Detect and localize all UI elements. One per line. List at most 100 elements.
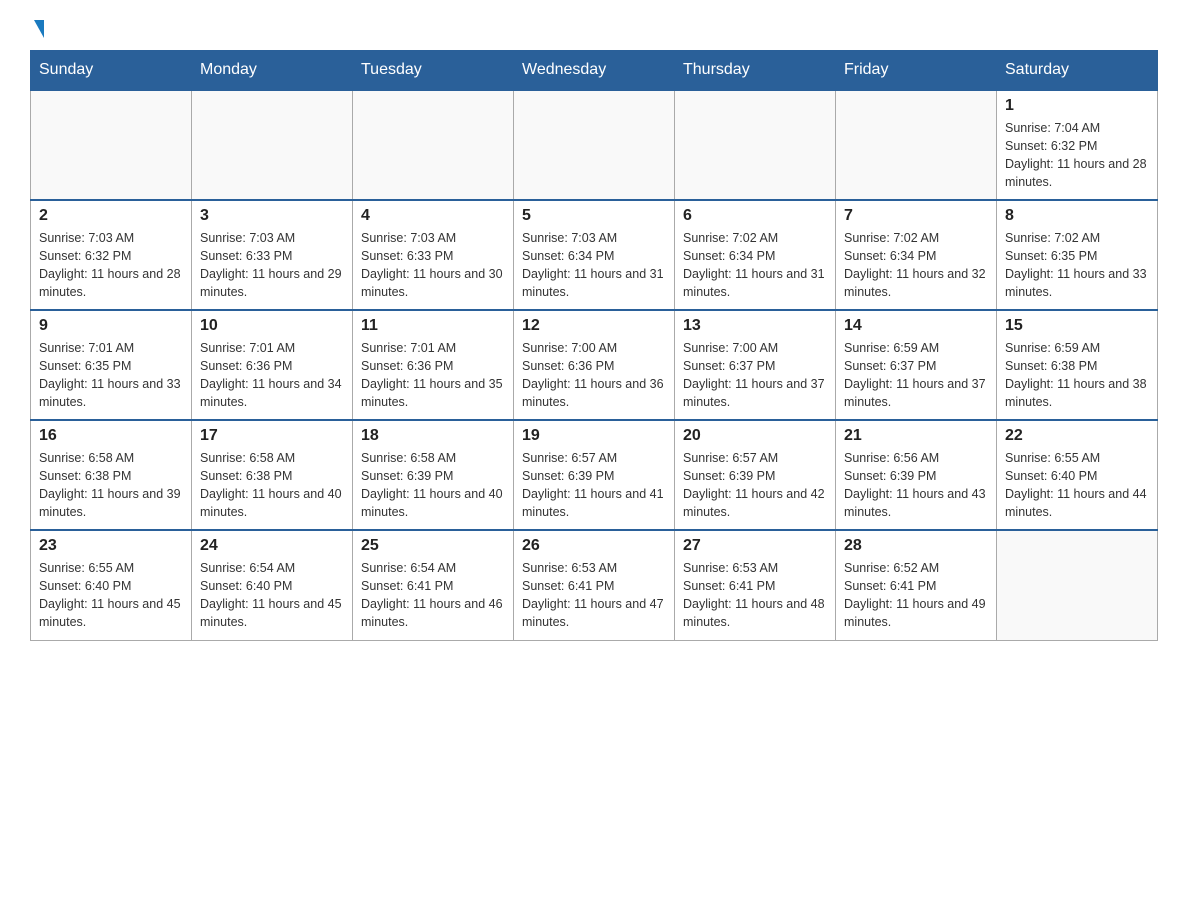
calendar-cell: 26 Sunrise: 6:53 AMSunset: 6:41 PMDayligh… xyxy=(514,530,675,640)
day-info: Sunrise: 6:55 AMSunset: 6:40 PMDaylight:… xyxy=(1005,449,1149,522)
day-number: 25 xyxy=(361,537,505,555)
day-info: Sunrise: 7:03 AMSunset: 6:33 PMDaylight:… xyxy=(200,229,344,302)
day-info: Sunrise: 6:56 AMSunset: 6:39 PMDaylight:… xyxy=(844,449,988,522)
day-number: 10 xyxy=(200,317,344,335)
calendar-cell: 4 Sunrise: 7:03 AMSunset: 6:33 PMDaylight… xyxy=(353,200,514,310)
calendar-cell: 28 Sunrise: 6:52 AMSunset: 6:41 PMDayligh… xyxy=(836,530,997,640)
calendar-cell: 2 Sunrise: 7:03 AMSunset: 6:32 PMDaylight… xyxy=(31,200,192,310)
day-number: 23 xyxy=(39,537,183,555)
day-info: Sunrise: 7:03 AMSunset: 6:33 PMDaylight:… xyxy=(361,229,505,302)
calendar-cell xyxy=(675,90,836,200)
col-header-sunday: Sunday xyxy=(31,51,192,91)
day-info: Sunrise: 6:57 AMSunset: 6:39 PMDaylight:… xyxy=(522,449,666,522)
calendar-cell xyxy=(836,90,997,200)
calendar-cell: 21 Sunrise: 6:56 AMSunset: 6:39 PMDayligh… xyxy=(836,420,997,530)
calendar-cell: 8 Sunrise: 7:02 AMSunset: 6:35 PMDaylight… xyxy=(997,200,1158,310)
week-row-2: 2 Sunrise: 7:03 AMSunset: 6:32 PMDaylight… xyxy=(31,200,1158,310)
day-info: Sunrise: 7:04 AMSunset: 6:32 PMDaylight:… xyxy=(1005,119,1149,192)
calendar-cell: 14 Sunrise: 6:59 AMSunset: 6:37 PMDayligh… xyxy=(836,310,997,420)
col-header-wednesday: Wednesday xyxy=(514,51,675,91)
day-info: Sunrise: 7:03 AMSunset: 6:32 PMDaylight:… xyxy=(39,229,183,302)
calendar-cell: 6 Sunrise: 7:02 AMSunset: 6:34 PMDaylight… xyxy=(675,200,836,310)
day-info: Sunrise: 6:58 AMSunset: 6:39 PMDaylight:… xyxy=(361,449,505,522)
day-info: Sunrise: 6:53 AMSunset: 6:41 PMDaylight:… xyxy=(522,559,666,632)
day-number: 27 xyxy=(683,537,827,555)
day-info: Sunrise: 7:02 AMSunset: 6:35 PMDaylight:… xyxy=(1005,229,1149,302)
day-number: 9 xyxy=(39,317,183,335)
col-header-friday: Friday xyxy=(836,51,997,91)
calendar-cell: 12 Sunrise: 7:00 AMSunset: 6:36 PMDayligh… xyxy=(514,310,675,420)
day-info: Sunrise: 6:54 AMSunset: 6:40 PMDaylight:… xyxy=(200,559,344,632)
day-info: Sunrise: 7:03 AMSunset: 6:34 PMDaylight:… xyxy=(522,229,666,302)
day-info: Sunrise: 6:57 AMSunset: 6:39 PMDaylight:… xyxy=(683,449,827,522)
day-info: Sunrise: 6:59 AMSunset: 6:37 PMDaylight:… xyxy=(844,339,988,412)
calendar-cell xyxy=(192,90,353,200)
day-number: 1 xyxy=(1005,97,1149,115)
calendar-cell: 24 Sunrise: 6:54 AMSunset: 6:40 PMDayligh… xyxy=(192,530,353,640)
calendar-cell xyxy=(997,530,1158,640)
calendar-cell xyxy=(514,90,675,200)
calendar-cell: 17 Sunrise: 6:58 AMSunset: 6:38 PMDayligh… xyxy=(192,420,353,530)
day-number: 4 xyxy=(361,207,505,225)
col-header-monday: Monday xyxy=(192,51,353,91)
calendar-cell: 22 Sunrise: 6:55 AMSunset: 6:40 PMDayligh… xyxy=(997,420,1158,530)
day-info: Sunrise: 7:02 AMSunset: 6:34 PMDaylight:… xyxy=(683,229,827,302)
day-number: 14 xyxy=(844,317,988,335)
day-info: Sunrise: 7:01 AMSunset: 6:36 PMDaylight:… xyxy=(361,339,505,412)
logo-triangle-icon xyxy=(34,20,44,38)
calendar-cell: 7Sunrise: 7:02 AMSunset: 6:34 PMDaylight… xyxy=(836,200,997,310)
day-number: 26 xyxy=(522,537,666,555)
day-info: Sunrise: 6:53 AMSunset: 6:41 PMDaylight:… xyxy=(683,559,827,632)
day-number: 6 xyxy=(683,207,827,225)
day-number: 5 xyxy=(522,207,666,225)
calendar-cell: 13 Sunrise: 7:00 AMSunset: 6:37 PMDayligh… xyxy=(675,310,836,420)
week-row-5: 23 Sunrise: 6:55 AMSunset: 6:40 PMDayligh… xyxy=(31,530,1158,640)
calendar-cell: 20 Sunrise: 6:57 AMSunset: 6:39 PMDayligh… xyxy=(675,420,836,530)
day-info: Sunrise: 7:00 AMSunset: 6:36 PMDaylight:… xyxy=(522,339,666,412)
week-row-1: 1 Sunrise: 7:04 AMSunset: 6:32 PMDaylight… xyxy=(31,90,1158,200)
calendar-cell: 3 Sunrise: 7:03 AMSunset: 6:33 PMDaylight… xyxy=(192,200,353,310)
calendar-cell: 23 Sunrise: 6:55 AMSunset: 6:40 PMDayligh… xyxy=(31,530,192,640)
day-number: 21 xyxy=(844,427,988,445)
day-info: Sunrise: 6:52 AMSunset: 6:41 PMDaylight:… xyxy=(844,559,988,632)
day-number: 28 xyxy=(844,537,988,555)
day-number: 22 xyxy=(1005,427,1149,445)
day-info: Sunrise: 7:00 AMSunset: 6:37 PMDaylight:… xyxy=(683,339,827,412)
calendar-header-row: SundayMondayTuesdayWednesdayThursdayFrid… xyxy=(31,51,1158,91)
calendar-cell: 5 Sunrise: 7:03 AMSunset: 6:34 PMDaylight… xyxy=(514,200,675,310)
day-info: Sunrise: 7:02 AMSunset: 6:34 PMDaylight:… xyxy=(844,229,988,302)
day-info: Sunrise: 6:54 AMSunset: 6:41 PMDaylight:… xyxy=(361,559,505,632)
calendar-cell: 9Sunrise: 7:01 AMSunset: 6:35 PMDaylight… xyxy=(31,310,192,420)
day-number: 24 xyxy=(200,537,344,555)
day-info: Sunrise: 7:01 AMSunset: 6:36 PMDaylight:… xyxy=(200,339,344,412)
logo xyxy=(30,20,44,34)
day-number: 11 xyxy=(361,317,505,335)
day-number: 17 xyxy=(200,427,344,445)
calendar-cell: 11 Sunrise: 7:01 AMSunset: 6:36 PMDayligh… xyxy=(353,310,514,420)
day-number: 2 xyxy=(39,207,183,225)
week-row-3: 9Sunrise: 7:01 AMSunset: 6:35 PMDaylight… xyxy=(31,310,1158,420)
day-number: 13 xyxy=(683,317,827,335)
day-info: Sunrise: 6:58 AMSunset: 6:38 PMDaylight:… xyxy=(200,449,344,522)
col-header-thursday: Thursday xyxy=(675,51,836,91)
calendar-table: SundayMondayTuesdayWednesdayThursdayFrid… xyxy=(30,50,1158,641)
day-number: 8 xyxy=(1005,207,1149,225)
day-info: Sunrise: 6:58 AMSunset: 6:38 PMDaylight:… xyxy=(39,449,183,522)
day-number: 18 xyxy=(361,427,505,445)
page-header xyxy=(30,20,1158,34)
calendar-cell: 18 Sunrise: 6:58 AMSunset: 6:39 PMDayligh… xyxy=(353,420,514,530)
calendar-cell: 27 Sunrise: 6:53 AMSunset: 6:41 PMDayligh… xyxy=(675,530,836,640)
calendar-cell: 15Sunrise: 6:59 AMSunset: 6:38 PMDayligh… xyxy=(997,310,1158,420)
day-number: 3 xyxy=(200,207,344,225)
col-header-saturday: Saturday xyxy=(997,51,1158,91)
calendar-cell: 25 Sunrise: 6:54 AMSunset: 6:41 PMDayligh… xyxy=(353,530,514,640)
day-info: Sunrise: 6:59 AMSunset: 6:38 PMDaylight:… xyxy=(1005,339,1149,412)
calendar-cell: 19Sunrise: 6:57 AMSunset: 6:39 PMDayligh… xyxy=(514,420,675,530)
day-info: Sunrise: 6:55 AMSunset: 6:40 PMDaylight:… xyxy=(39,559,183,632)
calendar-cell xyxy=(353,90,514,200)
day-number: 12 xyxy=(522,317,666,335)
day-number: 20 xyxy=(683,427,827,445)
logo-top xyxy=(30,20,44,38)
col-header-tuesday: Tuesday xyxy=(353,51,514,91)
week-row-4: 16Sunrise: 6:58 AMSunset: 6:38 PMDayligh… xyxy=(31,420,1158,530)
